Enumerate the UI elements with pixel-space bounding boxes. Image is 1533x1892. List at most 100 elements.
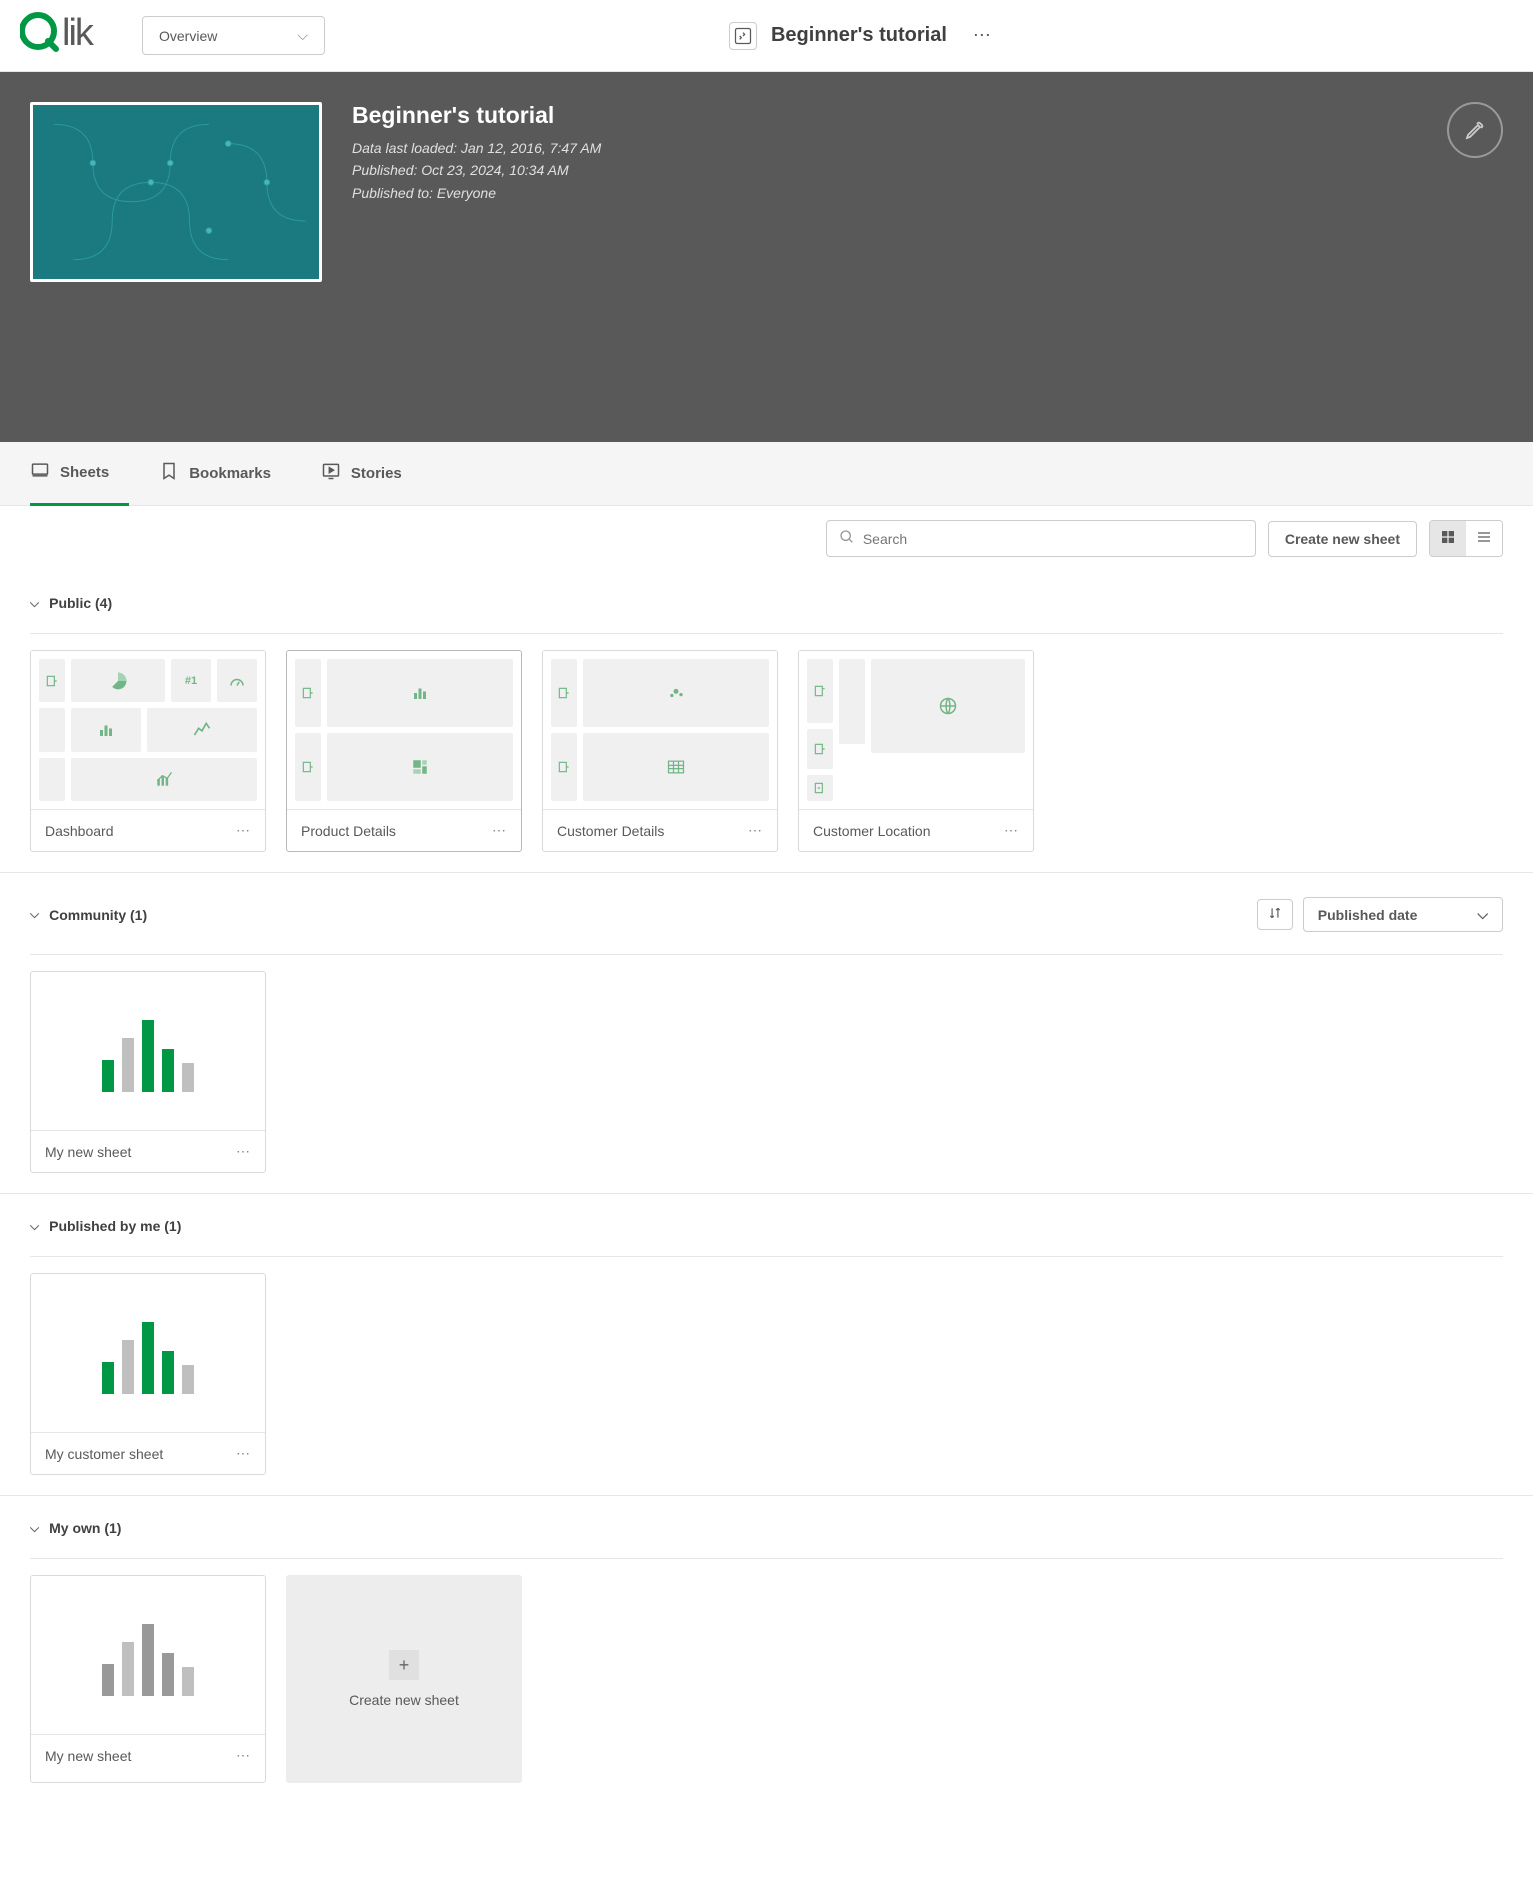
card-more-icon[interactable]: ⋯ — [748, 822, 763, 839]
qlik-logo: lik — [20, 10, 118, 62]
card-more-icon[interactable]: ⋯ — [236, 1747, 251, 1764]
top-bar: lik Overview ⌵ Beginner's tutorial ⋯ — [0, 0, 1533, 72]
sheet-card-my-customer-sheet[interactable]: My customer sheet ⋯ — [30, 1273, 266, 1475]
filter-icon — [39, 758, 65, 801]
gauge-icon — [217, 659, 257, 702]
app-title-group: Beginner's tutorial ⋯ — [729, 22, 993, 50]
section-controls: Published date ⌵ — [1257, 897, 1503, 932]
barchart-icon — [39, 980, 257, 1122]
tab-label: Stories — [351, 465, 402, 482]
tab-bookmarks[interactable]: Bookmarks — [159, 442, 291, 505]
bar-icon — [327, 659, 513, 727]
tab-stories[interactable]: Stories — [321, 442, 422, 505]
hero-panel: Beginner's tutorial Data last loaded: Ja… — [0, 72, 1533, 442]
kpi-icon: #1 — [171, 659, 211, 702]
sheet-card-my-new-sheet[interactable]: My new sheet ⋯ — [30, 971, 266, 1173]
card-footer: Customer Details ⋯ — [543, 809, 777, 851]
sheets-toolbar: Create new sheet — [0, 506, 1533, 571]
card-title: My new sheet — [45, 1748, 131, 1764]
section-header-public[interactable]: ⌵ Public (4) — [30, 581, 1503, 625]
card-preview — [287, 651, 521, 809]
chevron-down-icon: ⌵ — [297, 27, 308, 44]
stories-icon — [321, 461, 341, 486]
combo-icon — [71, 758, 257, 801]
sort-field-dropdown[interactable]: Published date ⌵ — [1303, 897, 1503, 932]
section-header-community[interactable]: ⌵ Community (1) Published date ⌵ — [30, 883, 1503, 946]
bar-icon — [71, 708, 141, 751]
view-toggle — [1429, 520, 1503, 557]
sheets-icon — [30, 460, 50, 485]
tab-sheets[interactable]: Sheets — [30, 442, 129, 506]
view-dropdown[interactable]: Overview ⌵ — [142, 16, 325, 55]
list-view-button[interactable] — [1466, 521, 1502, 556]
section-header-published-by-me[interactable]: ⌵ Published by me (1) — [30, 1204, 1503, 1248]
section-label: Published by me (1) — [49, 1218, 181, 1234]
grid-view-button[interactable] — [1430, 521, 1466, 556]
card-preview — [543, 651, 777, 809]
card-title: Dashboard — [45, 823, 114, 839]
sheet-card-dashboard[interactable]: #1 Dashboard ⋯ — [30, 650, 266, 852]
filter-icon — [807, 659, 833, 723]
chevron-down-icon: ⌵ — [30, 1219, 39, 1234]
card-preview — [31, 1274, 265, 1432]
card-more-icon[interactable]: ⋯ — [236, 1445, 251, 1462]
card-preview — [799, 651, 1033, 809]
tab-label: Sheets — [60, 464, 109, 481]
card-preview: #1 — [31, 651, 265, 809]
app-title: Beginner's tutorial — [771, 24, 947, 47]
app-thumbnail — [30, 102, 322, 282]
table-icon — [583, 733, 769, 801]
chevron-down-icon: ⌵ — [30, 1521, 39, 1536]
pie-icon — [71, 659, 165, 702]
search-icon — [839, 529, 855, 548]
card-more-icon[interactable]: ⋯ — [492, 822, 507, 839]
filter-icon — [39, 659, 65, 702]
card-footer: Product Details ⋯ — [287, 809, 521, 851]
section-label: My own (1) — [49, 1520, 121, 1536]
card-more-icon[interactable]: ⋯ — [236, 1143, 251, 1160]
card-footer: My customer sheet ⋯ — [31, 1432, 265, 1474]
sheet-card-product-details[interactable]: Product Details ⋯ — [286, 650, 522, 852]
dropdown-label: Overview — [159, 28, 217, 44]
sort-direction-button[interactable] — [1257, 899, 1293, 930]
chevron-down-icon: ⌵ — [30, 907, 39, 922]
section-my-own: ⌵ My own (1) My new sheet ⋯ + Create new… — [0, 1496, 1533, 1803]
create-new-sheet-card[interactable]: + Create new sheet — [286, 1575, 522, 1783]
card-footer: Dashboard ⋯ — [31, 809, 265, 851]
scatter-icon — [583, 659, 769, 727]
card-title: My customer sheet — [45, 1446, 163, 1462]
app-icon[interactable] — [729, 22, 757, 50]
barchart-icon — [39, 1282, 257, 1424]
hero-title: Beginner's tutorial — [352, 102, 601, 129]
filter-icon — [551, 733, 577, 801]
section-published-by-me: ⌵ Published by me (1) My customer sheet … — [0, 1194, 1533, 1496]
sheet-card-customer-location[interactable]: Customer Location ⋯ — [798, 650, 1034, 852]
edit-button[interactable] — [1447, 102, 1503, 158]
chevron-down-icon: ⌵ — [1477, 906, 1488, 923]
line-icon — [147, 708, 257, 751]
card-title: Product Details — [301, 823, 396, 839]
published-to-text: Published to: Everyone — [352, 182, 601, 204]
filter-icon — [807, 729, 833, 769]
section-public: ⌵ Public (4) #1 — [0, 571, 1533, 873]
card-footer: My new sheet ⋯ — [31, 1734, 265, 1776]
card-preview — [31, 972, 265, 1130]
card-title: My new sheet — [45, 1144, 131, 1160]
bookmark-icon — [159, 461, 179, 486]
sort-label: Published date — [1318, 907, 1418, 923]
sheet-card-my-new-sheet-own[interactable]: My new sheet ⋯ — [30, 1575, 266, 1783]
section-label: Community (1) — [49, 907, 147, 923]
card-preview — [31, 1576, 265, 1734]
filter-icon — [807, 775, 833, 801]
card-more-icon[interactable]: ⋯ — [1004, 822, 1019, 839]
search-input[interactable] — [863, 531, 1243, 547]
card-title: Customer Details — [557, 823, 664, 839]
create-sheet-button[interactable]: Create new sheet — [1268, 521, 1417, 557]
plus-icon: + — [389, 1650, 419, 1680]
section-header-my-own[interactable]: ⌵ My own (1) — [30, 1506, 1503, 1550]
section-community: ⌵ Community (1) Published date ⌵ — [0, 873, 1533, 1194]
search-input-wrap[interactable] — [826, 520, 1256, 557]
card-more-icon[interactable]: ⋯ — [236, 822, 251, 839]
more-menu-icon[interactable]: ⋯ — [973, 25, 993, 46]
sheet-card-customer-details[interactable]: Customer Details ⋯ — [542, 650, 778, 852]
